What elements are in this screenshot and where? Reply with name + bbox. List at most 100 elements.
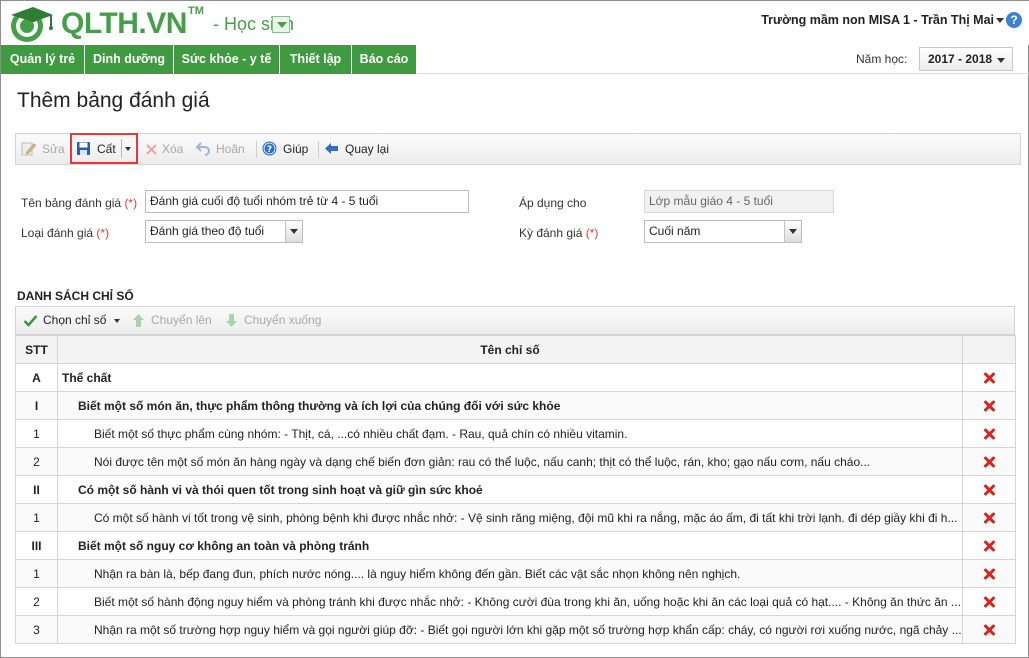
list-toolbar: Chọn chỉ số Chuyển lên Chuyển xuống	[15, 306, 1015, 335]
school-year-label: Năm học:	[856, 52, 908, 66]
row-indicator-name: Biết một số nguy cơ không an toàn và phò…	[57, 531, 963, 560]
choose-indicator-button[interactable]: Chọn chỉ số	[23, 307, 123, 334]
delete-button[interactable]: Xóa	[144, 134, 190, 164]
row-delete-cell	[962, 587, 1016, 616]
table-row[interactable]: III Biết một số nguy cơ không an toàn và …	[15, 531, 1016, 560]
undo-button[interactable]: Hoãn	[196, 134, 248, 164]
app-window: QLTH.VN TM - Học sinh Trường mầm non MIS…	[0, 0, 1029, 658]
delete-row-icon[interactable]	[983, 400, 995, 412]
table-row[interactable]: A Thể chất	[15, 363, 1016, 392]
move-up-button[interactable]: Chuyển lên	[131, 307, 216, 334]
row-delete-cell	[962, 531, 1016, 560]
app-header: QLTH.VN TM - Học sinh Trường mầm non MIS…	[1, 1, 1029, 45]
row-indicator-name: Biết một số hành động nguy hiểm và phòng…	[57, 587, 963, 616]
row-stt: A	[15, 363, 58, 392]
checkmark-icon	[23, 315, 38, 327]
save-label: Cất	[97, 142, 116, 156]
arrow-down-icon	[226, 314, 237, 327]
help-icon[interactable]: ?	[1006, 12, 1022, 28]
table-row[interactable]: 2 Biết một số hành động nguy hiểm và phòn…	[15, 587, 1016, 616]
toolbar-divider	[256, 141, 257, 158]
type-value: Đánh giá theo độ tuổi	[150, 224, 265, 238]
row-stt: II	[15, 475, 58, 504]
table-row[interactable]: I Biết một số món ăn, thực phẩm thông thư…	[15, 391, 1016, 420]
arrow-up-icon	[133, 314, 144, 327]
row-indicator-name: Biết một số thực phẩm cùng nhóm: - Thịt,…	[57, 419, 963, 448]
role-dropdown-button[interactable]	[272, 16, 290, 33]
chevron-down-icon	[114, 319, 120, 323]
delete-row-icon[interactable]	[983, 624, 995, 636]
table-row[interactable]: 1 Biết một số thực phẩm cùng nhóm: - Thịt…	[15, 419, 1016, 448]
delete-row-icon[interactable]	[983, 372, 995, 384]
nav-item-suc-khoe[interactable]: Sức khỏe - y tế	[174, 45, 280, 74]
svg-text:?: ?	[267, 145, 272, 155]
type-label: Loại đánh giá (*)	[21, 226, 110, 240]
table-row[interactable]: 2 Nói được tên một số món ăn hàng ngày và…	[15, 447, 1016, 476]
chevron-down-icon[interactable]	[996, 18, 1004, 23]
move-up-label: Chuyển lên	[151, 313, 212, 327]
move-down-button[interactable]: Chuyển xuống	[224, 307, 324, 334]
chevron-down-icon	[784, 221, 801, 242]
brand-trademark: TM	[188, 5, 204, 17]
nav-item-thiet-lap[interactable]: Thiết lập	[280, 45, 352, 74]
delete-row-icon[interactable]	[983, 568, 995, 580]
period-select[interactable]: Cuối năm	[644, 220, 802, 243]
row-indicator-name: Nhận ra một số trường hợp nguy hiểm và g…	[57, 615, 963, 644]
row-delete-cell	[962, 615, 1016, 644]
edit-button[interactable]: Sửa	[21, 134, 69, 164]
delete-row-icon[interactable]	[983, 512, 995, 524]
nav-item-quan-ly-tre[interactable]: Quản lý trẻ	[1, 45, 85, 74]
delete-row-icon[interactable]	[983, 428, 995, 440]
main-nav: Quản lý trẻ Dinh dưỡng Sức khỏe - y tế T…	[1, 45, 1029, 74]
row-indicator-name: Nói được tên một số món ăn hàng ngày và …	[57, 447, 963, 476]
column-header-action	[962, 335, 1016, 364]
row-stt: 2	[15, 447, 58, 476]
indicator-table: STT Tên chỉ số A Thể chất I Biết một số món…	[15, 335, 1016, 644]
delete-row-icon[interactable]	[983, 540, 995, 552]
row-stt: 3	[15, 615, 58, 644]
column-header-name: Tên chỉ số	[57, 335, 963, 364]
row-stt: 2	[15, 587, 58, 616]
chevron-down-icon	[285, 221, 302, 242]
back-button[interactable]: Quay lại	[324, 134, 399, 164]
row-delete-cell	[962, 447, 1016, 476]
toolbar-divider	[318, 141, 319, 158]
school-year-select[interactable]: 2017 - 2018	[919, 47, 1013, 71]
table-row[interactable]: II Có một số hành vi và thói quen tốt tro…	[15, 475, 1016, 504]
move-down-label: Chuyển xuống	[244, 313, 322, 327]
edit-icon	[21, 142, 36, 156]
type-select[interactable]: Đánh giá theo độ tuổi	[145, 220, 303, 243]
period-value: Cuối năm	[649, 224, 701, 238]
page-title: Thêm bảng đánh giá	[17, 89, 210, 112]
section-title: DANH SÁCH CHỈ SỐ	[17, 289, 134, 303]
help-button[interactable]: ? Giúp	[262, 134, 312, 164]
row-delete-cell	[962, 363, 1016, 392]
save-dropdown-caret-icon[interactable]	[125, 147, 131, 151]
name-input[interactable]: Đánh giá cuối độ tuổi nhóm trẻ từ 4 - 5 …	[145, 190, 469, 213]
row-delete-cell	[962, 559, 1016, 588]
undo-label: Hoãn	[216, 142, 245, 156]
edit-label: Sửa	[42, 142, 65, 156]
help-icon: ?	[262, 141, 277, 156]
nav-item-dinh-duong[interactable]: Dinh dưỡng	[85, 45, 174, 74]
row-stt: III	[15, 531, 58, 560]
help-label: Giúp	[283, 142, 309, 156]
row-stt: 1	[15, 503, 58, 532]
delete-row-icon[interactable]	[983, 596, 995, 608]
row-delete-cell	[962, 475, 1016, 504]
delete-row-icon[interactable]	[983, 484, 995, 496]
school-user-menu[interactable]: Trường mầm non MISA 1 - Trần Thị Mai	[761, 13, 994, 27]
column-header-stt: STT	[15, 335, 58, 364]
row-indicator-name: Nhận ra bàn là, bếp đang đun, phích nước…	[57, 559, 963, 588]
table-row[interactable]: 3 Nhận ra một số trường hợp nguy hiểm và …	[15, 615, 1016, 644]
row-stt: 1	[15, 419, 58, 448]
delete-row-icon[interactable]	[983, 456, 995, 468]
action-toolbar: Sửa Cất Xóa Hoãn ? Giúp Quay lại	[15, 133, 1021, 165]
name-label: Tên bảng đánh giá (*)	[21, 196, 138, 210]
table-row[interactable]: 1 Có một số hành vi tốt trong vệ sinh, ph…	[15, 503, 1016, 532]
row-stt: 1	[15, 559, 58, 588]
nav-item-bao-cao[interactable]: Báo cáo	[352, 45, 417, 74]
table-row[interactable]: 1 Nhận ra bàn là, bếp đang đun, phích nướ…	[15, 559, 1016, 588]
table-header-row: STT Tên chỉ số	[15, 335, 1016, 364]
save-split-divider	[121, 139, 122, 158]
